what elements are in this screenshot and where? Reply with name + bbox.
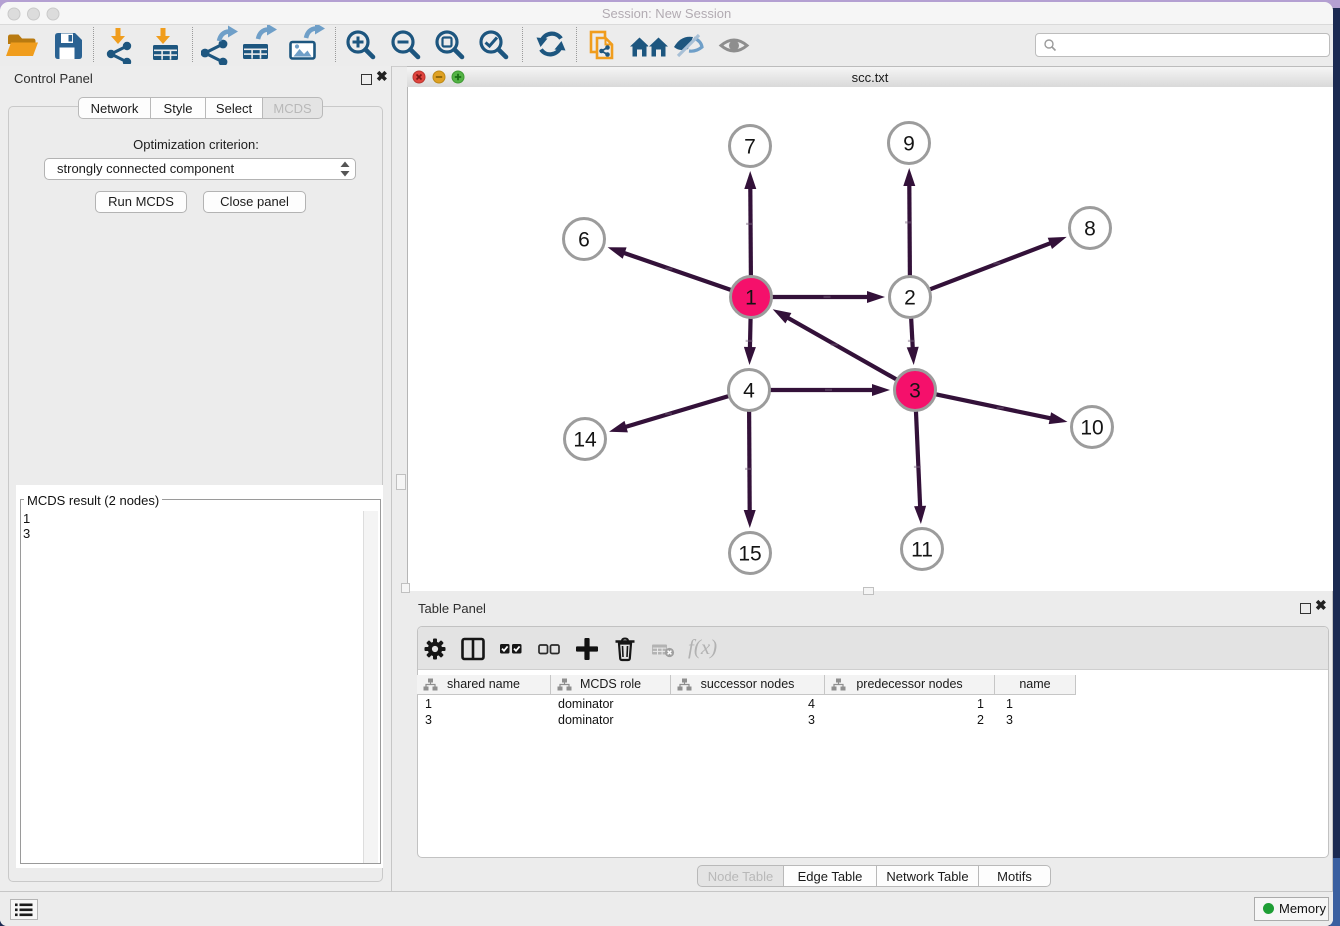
svg-text:4: 4: [743, 380, 755, 403]
svg-text:8: 8: [1084, 218, 1096, 241]
svg-text:6: 6: [578, 229, 590, 252]
svg-text:15: 15: [738, 543, 761, 566]
svg-text:7: 7: [744, 136, 756, 159]
svg-text:2: 2: [904, 287, 916, 310]
svg-text:1: 1: [745, 287, 757, 310]
svg-text:3: 3: [909, 380, 921, 403]
svg-text:9: 9: [903, 133, 915, 156]
svg-text:10: 10: [1080, 417, 1103, 440]
svg-text:11: 11: [911, 539, 933, 562]
svg-text:14: 14: [573, 429, 597, 452]
